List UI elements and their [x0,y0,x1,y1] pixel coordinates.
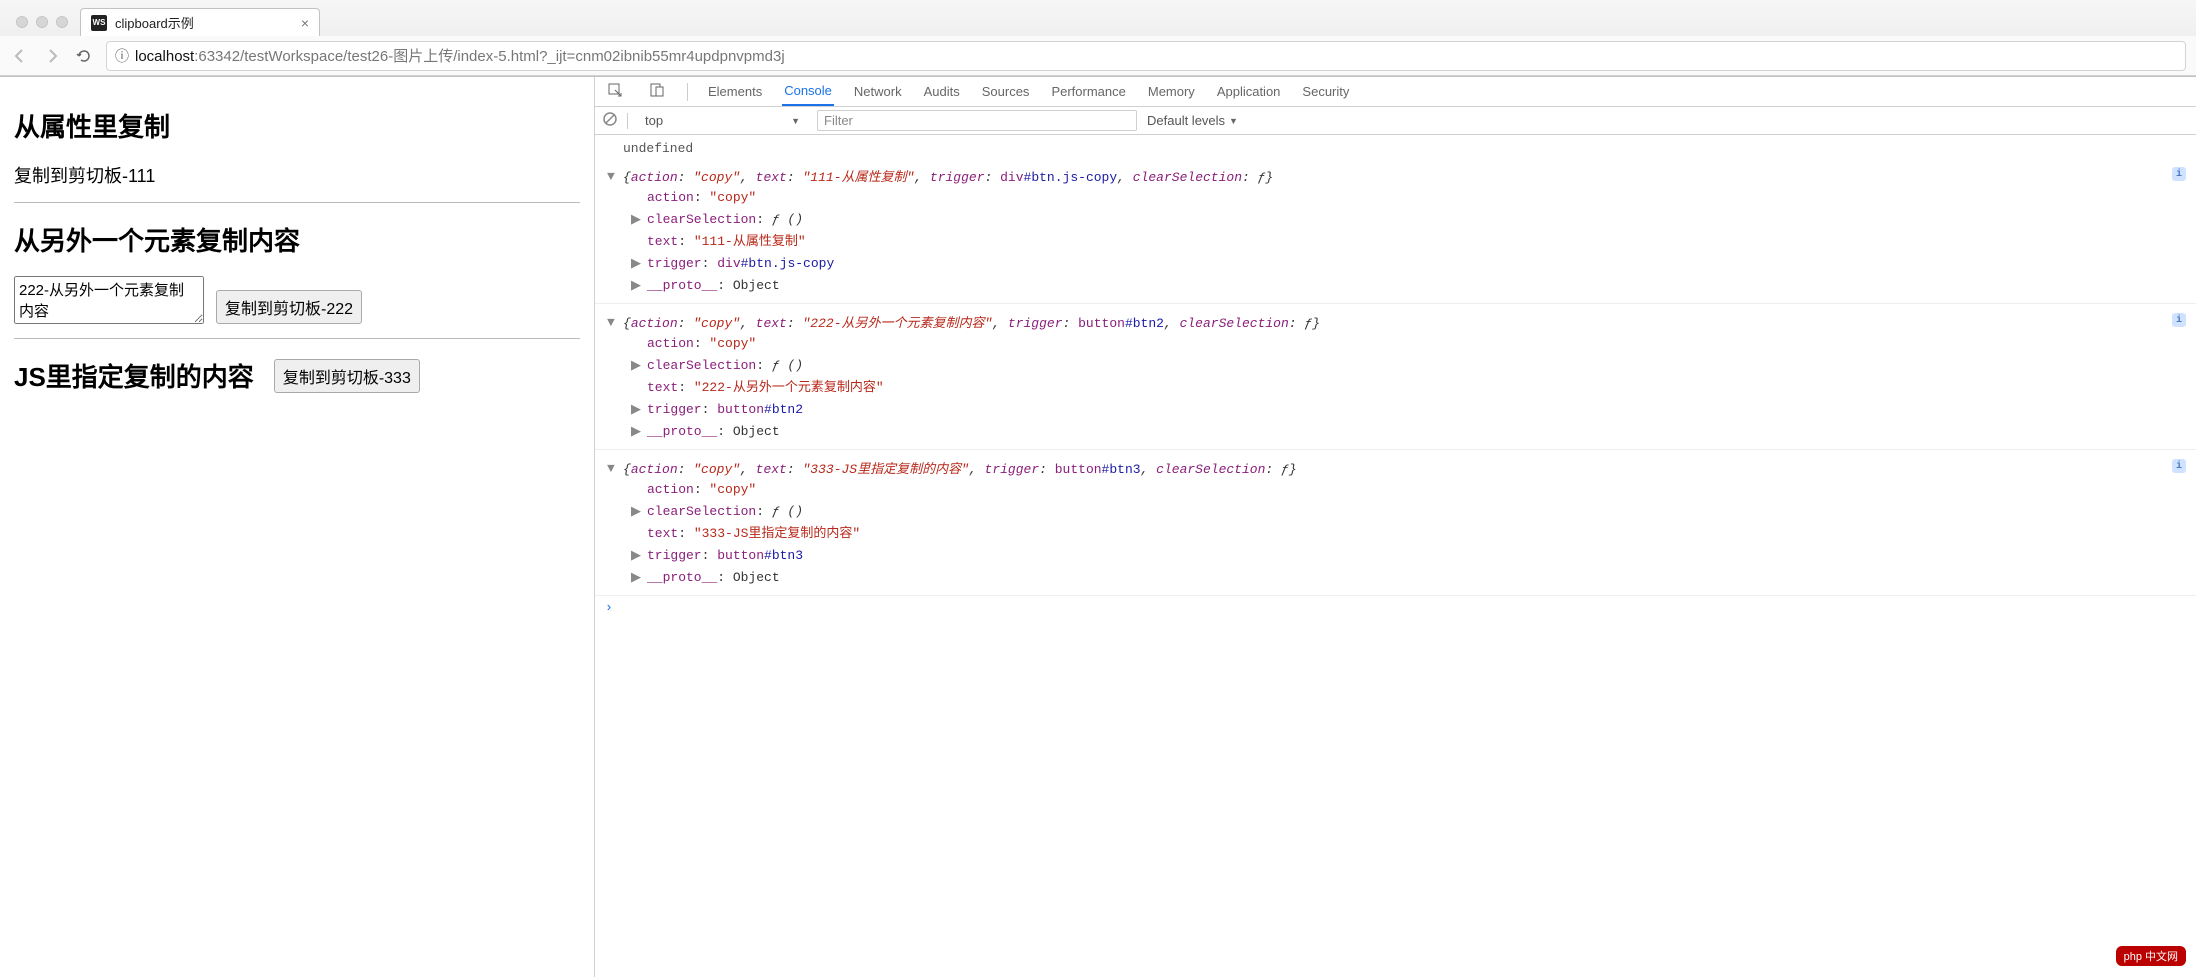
tab-security[interactable]: Security [1300,77,1351,106]
caret-right-icon: ▶ [631,501,641,523]
console-log-group[interactable]: ▼{action: "copy", text: "222-从另外一个元素复制内容… [595,304,2196,450]
page-content: 从属性里复制 复制到剪切板-111 从另外一个元素复制内容 222-从另外一个元… [0,77,595,977]
chevron-down-icon: ▼ [791,116,800,126]
tab-audits[interactable]: Audits [922,77,962,106]
divider [14,338,580,339]
log-summary[interactable]: ▼{action: "copy", text: "111-从属性复制", tri… [595,164,2196,187]
watermark: php 中文网 [2116,946,2186,966]
log-detail-action: action: "copy" [595,187,2196,209]
console-filter-bar: top ▼ Filter Default levels ▼ [595,107,2196,135]
divider [687,83,688,101]
heading-copy-from-attribute: 从属性里复制 [14,107,580,144]
tab-sources[interactable]: Sources [980,77,1032,106]
log-detail-trigger[interactable]: ▶trigger: div#btn.js-copy [595,253,2196,275]
back-icon[interactable] [10,46,30,66]
filter-input[interactable]: Filter [817,110,1137,131]
main-split: 从属性里复制 复制到剪切板-111 从另外一个元素复制内容 222-从另外一个元… [0,77,2196,977]
tab-bar: WS clipboard示例 × [0,0,2196,36]
info-icon[interactable]: i [2172,313,2186,327]
close-tab-icon[interactable]: × [301,15,309,31]
info-icon[interactable]: i [2172,459,2186,473]
log-detail-text: text: "333-JS里指定复制的内容" [595,523,2196,545]
tab-network[interactable]: Network [852,77,904,106]
divider [627,113,628,129]
caret-down-icon: ▼ [607,315,615,330]
caret-right-icon: ▶ [631,567,641,589]
copy-link-111[interactable]: 复制到剪切板-111 [14,162,580,188]
textarea-222[interactable]: 222-从另外一个元素复制内容 [14,276,204,324]
copy-button-333[interactable]: 复制到剪切板-333 [274,359,420,393]
caret-right-icon: ▶ [631,421,641,443]
log-detail-clearSelection[interactable]: ▶clearSelection: ƒ () [595,355,2196,377]
tab-application[interactable]: Application [1215,77,1283,106]
caret-right-icon: ▶ [631,253,641,275]
context-selector[interactable]: top ▼ [638,110,807,131]
tab-elements[interactable]: Elements [706,77,764,106]
reload-icon[interactable] [74,46,94,66]
console-log-group[interactable]: ▼{action: "copy", text: "333-JS里指定复制的内容"… [595,450,2196,596]
forward-icon[interactable] [42,46,62,66]
caret-right-icon: ▶ [631,545,641,567]
tab-performance[interactable]: Performance [1049,77,1127,106]
log-detail-__proto__[interactable]: ▶__proto__: Object [595,567,2196,589]
url-text: localhost:63342/testWorkspace/test26-图片上… [135,45,785,66]
log-detail-__proto__[interactable]: ▶__proto__: Object [595,275,2196,297]
log-summary[interactable]: ▼{action: "copy", text: "333-JS里指定复制的内容"… [595,456,2196,479]
divider [14,202,580,203]
minimize-window-icon[interactable] [36,16,48,28]
log-detail-text: text: "111-从属性复制" [595,231,2196,253]
tab-title: clipboard示例 [115,13,293,32]
heading-copy-from-element: 从另外一个元素复制内容 [14,221,580,258]
browser-chrome: WS clipboard示例 × ⓘ localhost:63342/testW… [0,0,2196,77]
log-detail-trigger[interactable]: ▶trigger: button#btn2 [595,399,2196,421]
caret-down-icon: ▼ [607,461,615,476]
window-controls [8,16,80,36]
caret-right-icon: ▶ [631,209,641,231]
chevron-down-icon: ▼ [1229,116,1238,126]
address-bar[interactable]: ⓘ localhost:63342/testWorkspace/test26-图… [106,41,2186,71]
log-detail-trigger[interactable]: ▶trigger: button#btn3 [595,545,2196,567]
devtools-tab-bar: Elements Console Network Audits Sources … [595,77,2196,107]
console-prompt[interactable]: › [595,596,2196,619]
caret-right-icon: ▶ [631,355,641,377]
heading-copy-from-js: JS里指定复制的内容 [14,357,254,394]
devtools-panel: Elements Console Network Audits Sources … [595,77,2196,977]
maximize-window-icon[interactable] [56,16,68,28]
log-detail-__proto__[interactable]: ▶__proto__: Object [595,421,2196,443]
device-toggle-icon[interactable] [645,82,669,101]
console-log-group[interactable]: ▼{action: "copy", text: "111-从属性复制", tri… [595,158,2196,304]
clear-console-icon[interactable] [603,112,617,129]
log-level-selector[interactable]: Default levels ▼ [1147,113,1238,128]
log-detail-action: action: "copy" [595,333,2196,355]
info-icon[interactable]: i [2172,167,2186,181]
console-line-undefined: undefined [595,139,2196,158]
log-detail-action: action: "copy" [595,479,2196,501]
caret-right-icon: ▶ [631,399,641,421]
log-detail-text: text: "222-从另外一个元素复制内容" [595,377,2196,399]
browser-tab[interactable]: WS clipboard示例 × [80,8,320,36]
copy-button-222[interactable]: 复制到剪切板-222 [216,290,362,324]
caret-right-icon: ▶ [631,275,641,297]
log-detail-clearSelection[interactable]: ▶clearSelection: ƒ () [595,501,2196,523]
log-summary[interactable]: ▼{action: "copy", text: "222-从另外一个元素复制内容… [595,310,2196,333]
info-icon[interactable]: ⓘ [115,46,129,66]
tab-memory[interactable]: Memory [1146,77,1197,106]
console-output[interactable]: undefined ▼{action: "copy", text: "111-从… [595,135,2196,977]
caret-down-icon: ▼ [607,169,615,184]
log-detail-clearSelection[interactable]: ▶clearSelection: ƒ () [595,209,2196,231]
favicon-icon: WS [91,15,107,31]
tab-console[interactable]: Console [782,77,834,106]
inspect-icon[interactable] [603,82,627,101]
nav-bar: ⓘ localhost:63342/testWorkspace/test26-图… [0,36,2196,76]
close-window-icon[interactable] [16,16,28,28]
